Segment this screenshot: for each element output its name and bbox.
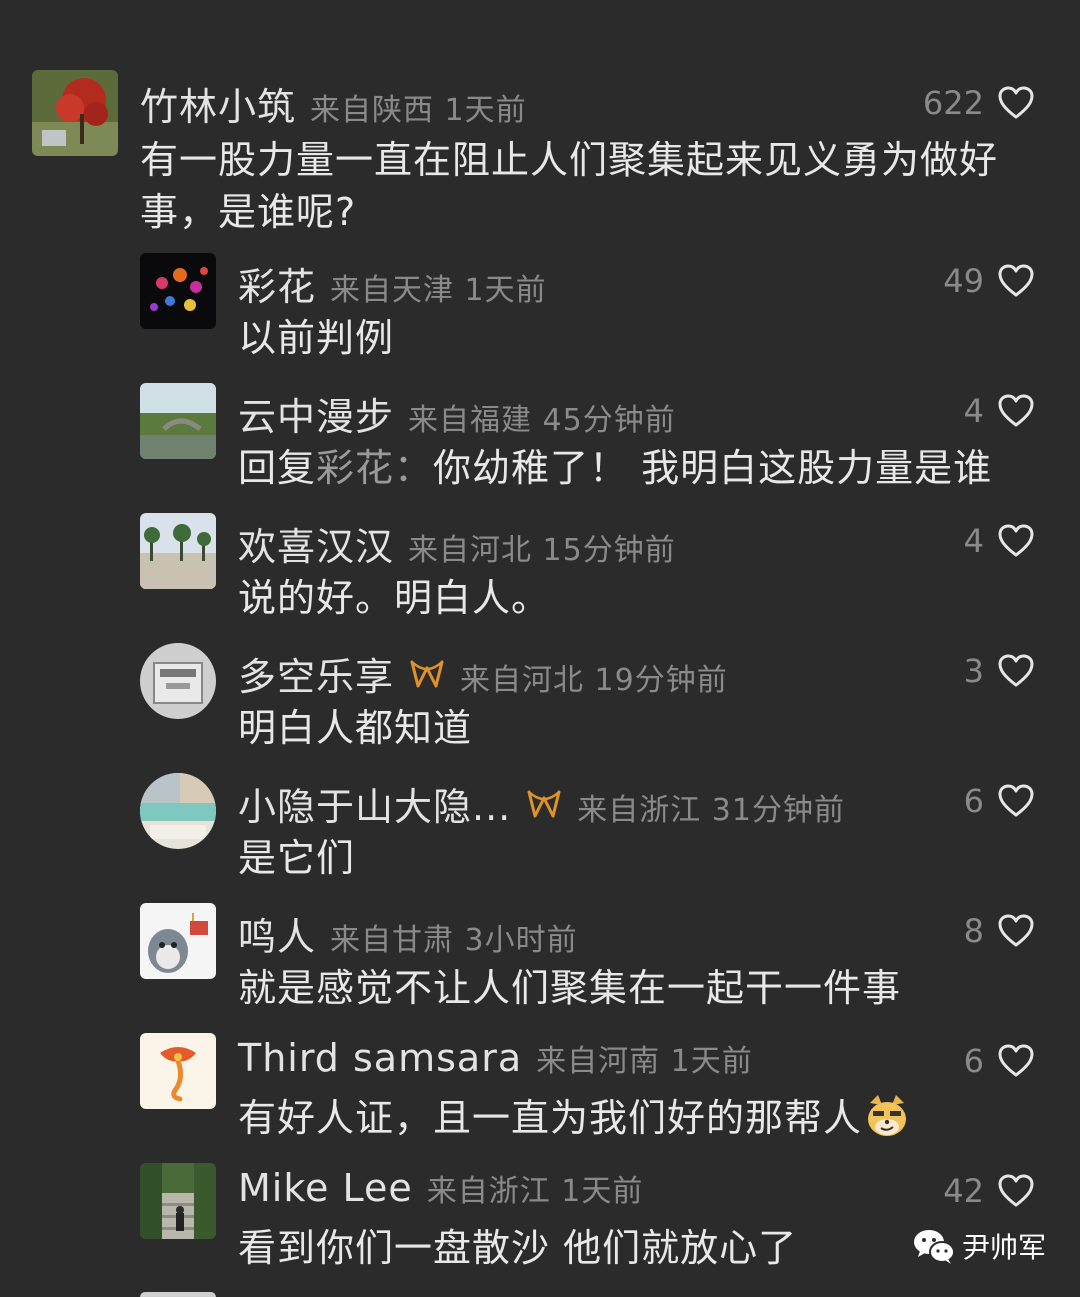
like-button[interactable]: 42 — [943, 1172, 1034, 1210]
avatar-image — [140, 253, 216, 329]
location-time: 来自陕西 1天前 — [310, 93, 527, 128]
like-count: 49 — [943, 262, 984, 300]
heart-icon — [998, 1044, 1034, 1077]
avatar[interactable] — [140, 1033, 216, 1109]
username[interactable]: 欢喜汉汉 — [238, 516, 394, 571]
heart-icon — [998, 1174, 1034, 1207]
avatar-image — [140, 383, 216, 459]
comment-text: 回复彩花：你幼稚了！ 我明白这股力量是谁 — [238, 442, 992, 494]
avatar[interactable] — [140, 903, 216, 979]
avatar[interactable] — [32, 70, 118, 156]
location-time: 来自天津 1天前 — [330, 273, 547, 308]
reply-text: 你幼稚了！ 我明白这股力量是谁 — [433, 446, 993, 490]
location-time: 来自福建 45分钟前 — [408, 403, 676, 438]
like-count: 6 — [963, 1042, 984, 1080]
avatar[interactable] — [140, 1163, 216, 1239]
username[interactable]: 云中漫步 — [238, 386, 394, 441]
username[interactable]: 鸣人 — [238, 906, 316, 961]
avatar-image — [140, 903, 216, 979]
like-count: 42 — [943, 1172, 984, 1210]
avatar[interactable] — [140, 253, 216, 329]
like-count: 8 — [963, 912, 984, 950]
avatar[interactable] — [140, 513, 216, 589]
heart-icon — [998, 784, 1034, 817]
location-time: 来自河北 19分钟前 — [460, 663, 728, 698]
like-button[interactable]: 622 — [923, 84, 1034, 122]
username[interactable]: 小隐于山大隐... — [238, 776, 511, 831]
comment-text: 说的好。明白人。 — [238, 576, 551, 620]
avatar-image — [140, 1033, 216, 1109]
location-time: 来自甘肃 3小时前 — [330, 923, 578, 958]
like-button[interactable]: 4 — [964, 522, 1034, 560]
like-button[interactable]: 8 — [964, 912, 1034, 950]
location-time: 来自河北 15分钟前 — [408, 533, 676, 568]
username[interactable]: 多空乐享 — [238, 646, 394, 701]
like-count: 3 — [963, 652, 984, 690]
like-button[interactable]: 4 — [964, 392, 1034, 430]
avatar-image — [140, 773, 216, 849]
reply-target[interactable]: 彩花： — [316, 446, 433, 490]
comment-text: 有好人证，且一直为我们好的那帮人 — [238, 1092, 910, 1144]
avatar[interactable] — [140, 773, 216, 849]
watermark: 尹帅军 — [912, 1226, 1046, 1266]
like-button[interactable]: 49 — [943, 262, 1034, 300]
watermark-text: 尹帅军 — [962, 1231, 1047, 1264]
avatar[interactable] — [140, 643, 216, 719]
heart-icon — [998, 914, 1034, 947]
username[interactable]: Mike Lee — [238, 1166, 413, 1210]
avatar-image — [140, 643, 216, 719]
reply-prefix: 回复 — [238, 446, 317, 490]
smirk-dog-emoji-icon — [868, 1095, 907, 1136]
like-count: 622 — [922, 84, 984, 122]
heart-icon — [998, 86, 1034, 119]
location-time: 来自浙江 31分钟前 — [577, 793, 845, 828]
next-avatar-partial — [140, 1292, 216, 1297]
heart-icon — [998, 264, 1034, 297]
like-button[interactable]: 6 — [964, 1042, 1034, 1080]
username[interactable]: Third samsara — [238, 1036, 522, 1080]
comment-text: 以前判例 — [238, 316, 395, 360]
like-button[interactable]: 6 — [964, 782, 1034, 820]
username[interactable]: 彩花 — [238, 256, 316, 311]
avatar-image — [32, 70, 118, 156]
comment-text: 看到你们一盘散沙 他们就放心了 — [238, 1226, 798, 1270]
heart-icon — [998, 524, 1034, 557]
avatar-image — [140, 513, 216, 589]
like-button[interactable]: 3 — [964, 652, 1034, 690]
heart-icon — [998, 654, 1034, 687]
vip-badge-icon — [527, 790, 561, 817]
comment-text: 明白人都知道 — [238, 706, 473, 750]
location-time: 来自浙江 1天前 — [426, 1174, 644, 1209]
vip-badge-icon — [410, 660, 444, 687]
comment-text: 就是感觉不让人们聚集在一起干一件事 — [238, 966, 902, 1010]
heart-icon — [998, 394, 1034, 427]
comment-text: 是它们 — [238, 836, 356, 880]
like-count: 4 — [963, 522, 984, 560]
comment-text-content: 有好人证，且一直为我们好的那帮人 — [238, 1096, 863, 1140]
avatar[interactable] — [140, 383, 216, 459]
comment-text: 有一股力量一直在阻止人们聚集起来见义勇为做好事，是谁呢? — [140, 138, 999, 234]
like-count: 6 — [963, 782, 984, 820]
wechat-icon — [914, 1230, 955, 1264]
location-time: 来自河南 1天前 — [536, 1044, 753, 1079]
username[interactable]: 竹林小筑 — [140, 76, 296, 131]
avatar-image — [140, 1163, 216, 1239]
like-count: 4 — [963, 392, 984, 430]
